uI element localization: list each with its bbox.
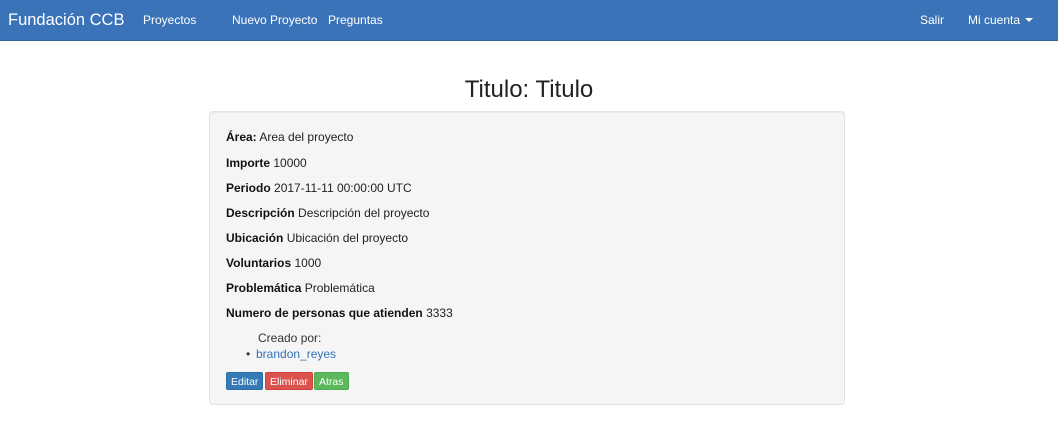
detail-label: Numero de personas que atienden — [226, 306, 423, 320]
logout-link[interactable]: Salir — [920, 0, 944, 40]
bullet-icon: • — [246, 347, 251, 361]
detail-value: 1000 — [294, 256, 322, 270]
nav-link-proyectos[interactable]: Proyectos — [143, 0, 196, 40]
detail-ubicacion: Ubicación Ubicación del proyecto — [226, 230, 408, 246]
detail-importe: Importe 10000 — [226, 155, 307, 171]
detail-problematica: Problemática Problemática — [226, 280, 375, 296]
detail-label: Voluntarios — [226, 256, 292, 270]
page-title: Titulo: Titulo — [464, 76, 594, 103]
detail-periodo: Periodo 2017-11-11 00:00:00 UTC — [226, 180, 412, 196]
delete-button[interactable]: Eliminar — [265, 372, 313, 390]
detail-value: 2017-11-11 00:00:00 UTC — [274, 181, 412, 195]
detail-value: Problemática — [304, 281, 375, 295]
account-menu-label: Mi cuenta — [968, 13, 1021, 27]
top-navbar: Fundación CCB Proyectos Nuevo Proyecto P… — [0, 0, 1058, 41]
creator-user-link[interactable]: brandon_reyes — [256, 347, 336, 361]
detail-label: Importe — [226, 156, 271, 170]
brand-link[interactable]: Fundación CCB — [8, 0, 124, 40]
detail-value: 3333 — [426, 306, 453, 320]
detail-voluntarios: Voluntarios 1000 — [226, 255, 321, 271]
detail-value: Ubicación del proyecto — [286, 231, 409, 245]
project-details-panel: Área: Area del proyecto Importe 10000 Pe… — [209, 111, 845, 405]
nav-link-preguntas[interactable]: Preguntas — [328, 0, 383, 40]
detail-label: Problemática — [226, 281, 302, 295]
detail-label: Ubicación — [226, 231, 284, 245]
nav-link-nuevo-proyecto[interactable]: Nuevo Proyecto — [232, 0, 317, 40]
creator-heading: Creado por: — [258, 331, 322, 345]
detail-value: Area del proyecto — [259, 130, 354, 144]
detail-label: Periodo — [226, 181, 271, 195]
detail-value: 10000 — [273, 156, 307, 170]
creator-list: • brandon_reyes — [246, 346, 336, 362]
back-button[interactable]: Atras — [314, 372, 349, 390]
list-item: • brandon_reyes — [246, 346, 336, 362]
detail-label: Área: — [226, 130, 257, 144]
detail-label: Descripción — [226, 206, 295, 220]
edit-button[interactable]: Editar — [226, 372, 264, 390]
detail-personas-atendidas: Numero de personas que atienden 3333 — [226, 305, 453, 321]
caret-down-icon — [1025, 18, 1034, 22]
detail-descripcion: Descripción Descripción del proyecto — [226, 205, 429, 221]
detail-area: Área: Area del proyecto — [226, 129, 353, 145]
account-menu[interactable]: Mi cuenta — [968, 0, 1034, 40]
detail-value: Descripción del proyecto — [298, 206, 430, 220]
